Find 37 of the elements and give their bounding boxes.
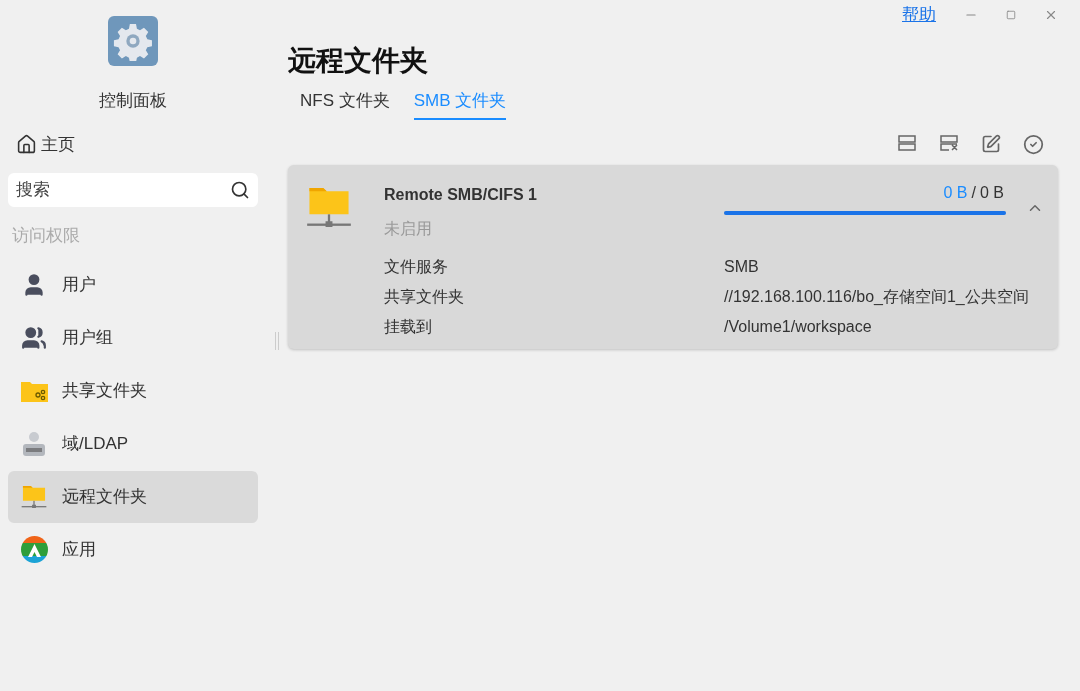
server-remove-icon[interactable] bbox=[939, 133, 959, 152]
sidebar-item[interactable]: 用户组 bbox=[8, 311, 258, 364]
ldap-icon bbox=[21, 430, 47, 457]
size-separator: / bbox=[971, 182, 976, 203]
detail-value: /Volume1/workspace bbox=[724, 316, 873, 337]
detail-value: SMB bbox=[724, 256, 760, 277]
sidebar-item[interactable]: 应用 bbox=[8, 523, 258, 576]
mount-name: Remote SMB/CIFS 1 bbox=[384, 184, 538, 205]
sidebar-item[interactable]: 共享文件夹 bbox=[8, 364, 258, 417]
sidebar-item[interactable]: 远程文件夹 bbox=[8, 470, 258, 523]
users-icon bbox=[21, 324, 47, 351]
search-field[interactable]: 搜索 bbox=[8, 173, 258, 207]
used-size: 0 B bbox=[943, 182, 968, 203]
check-circle-icon[interactable] bbox=[1023, 133, 1044, 155]
server-icon[interactable] bbox=[897, 133, 917, 152]
detail-label: 文件服务 bbox=[384, 256, 449, 277]
resize-handle[interactable] bbox=[275, 331, 279, 350]
app-logo-icon bbox=[20, 536, 48, 563]
page-title: 远程文件夹 bbox=[288, 44, 429, 78]
detail-label: 共享文件夹 bbox=[384, 286, 465, 307]
shared-folder-icon bbox=[20, 379, 48, 402]
close-icon[interactable] bbox=[1044, 8, 1058, 22]
sidebar-item[interactable]: 域/LDAP bbox=[8, 417, 258, 470]
detail-label: 挂载到 bbox=[384, 316, 433, 337]
sidebar-item[interactable]: 用户 bbox=[8, 258, 258, 311]
maximize-icon[interactable] bbox=[1006, 10, 1016, 20]
edit-icon[interactable] bbox=[981, 133, 1001, 154]
help-link[interactable]: 帮助 bbox=[902, 2, 936, 28]
app-title: 控制面板 bbox=[99, 90, 167, 112]
detail-value: //192.168.100.116/bo_存储空间1_公共空间 bbox=[724, 286, 1030, 307]
total-size: 0 B bbox=[980, 182, 1004, 203]
home-link[interactable]: 主页 bbox=[16, 131, 75, 157]
search-icon[interactable] bbox=[230, 180, 250, 200]
mount-status: 未启用 bbox=[384, 218, 433, 239]
section-heading: 访问权限 bbox=[12, 225, 81, 247]
home-icon bbox=[16, 133, 37, 155]
tab[interactable]: NFS 文件夹 bbox=[300, 88, 390, 120]
